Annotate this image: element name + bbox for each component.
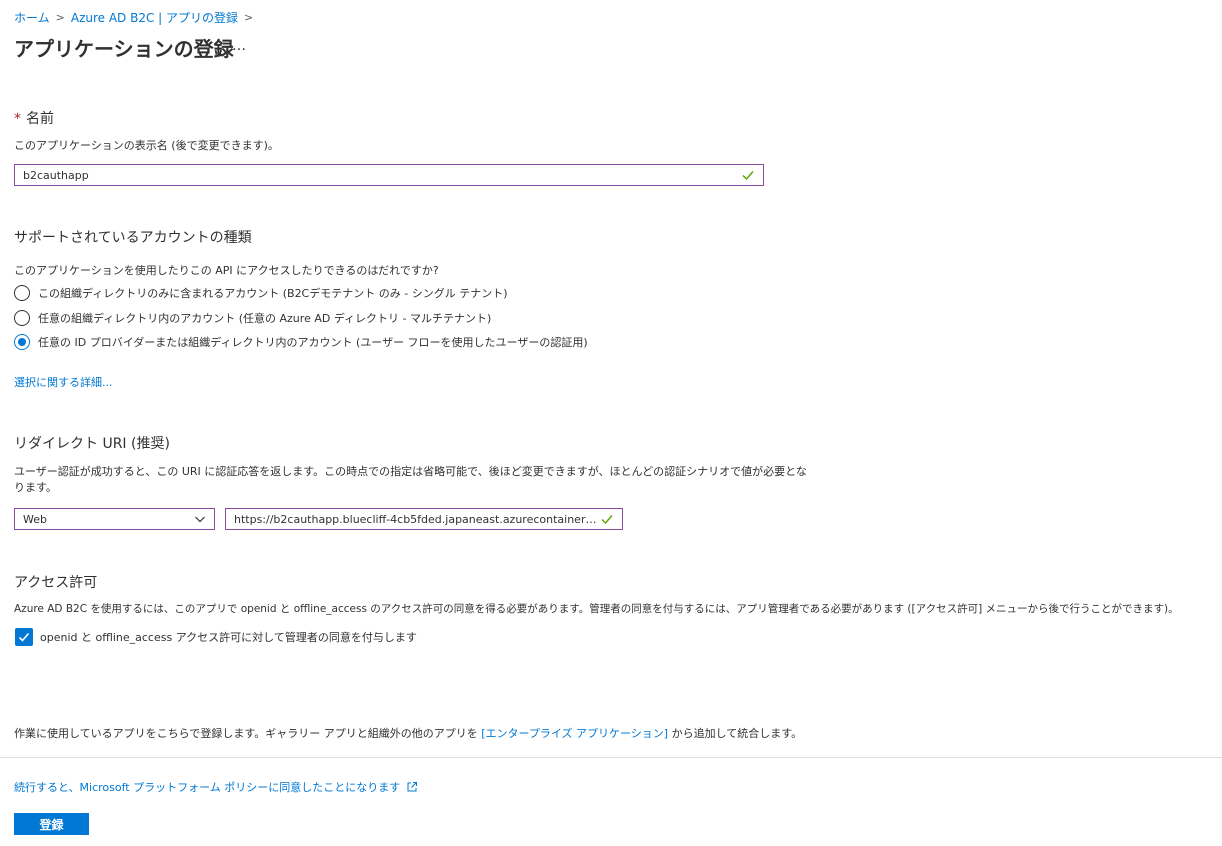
name-description: このアプリケーションの表示名 (後で変更できます)。 <box>14 139 279 152</box>
breadcrumb-home-link[interactable]: ホーム <box>14 9 50 26</box>
breadcrumb-parent-link[interactable]: Azure AD B2C | アプリの登録 <box>71 9 238 26</box>
permissions-heading: アクセス許可 <box>14 575 98 591</box>
permissions-description: Azure AD B2C を使用するには、このアプリで openid と off… <box>14 603 1179 615</box>
admin-consent-option[interactable]: openid と offline_access アクセス許可に対して管理者の同意… <box>15 628 417 646</box>
platform-select[interactable]: Web <box>14 508 215 530</box>
radio-button[interactable] <box>14 310 30 326</box>
account-type-option-multi[interactable]: 任意の組織ディレクトリ内のアカウント (任意の Azure AD ディレクトリ … <box>14 310 491 326</box>
chevron-right-icon: > <box>244 11 254 24</box>
app-name-input[interactable]: b2cauthapp <box>14 164 764 186</box>
account-types-question: このアプリケーションを使用したりこの API にアクセスしたりできるのはだれです… <box>14 264 439 277</box>
radio-button-selected[interactable] <box>14 334 30 350</box>
note-prefix: 作業に使用しているアプリをこちらで登録します。ギャラリー アプリと組織外の他のア… <box>14 727 478 740</box>
name-label-text: 名前 <box>26 111 54 127</box>
redirect-uri-description-line1: ユーザー認証が成功すると、この URI に認証応答を返します。この時点での指定は… <box>14 465 807 478</box>
selection-help-link[interactable]: 選択に関する詳細... <box>14 374 113 390</box>
radio-label: 任意の組織ディレクトリ内のアカウント (任意の Azure AD ディレクトリ … <box>38 312 492 325</box>
footer-divider <box>0 757 1222 758</box>
external-link-icon <box>407 782 418 792</box>
enterprise-apps-link[interactable]: [エンタープライズ アプリケーション] <box>481 727 668 740</box>
breadcrumb: ホーム > Azure AD B2C | アプリの登録 > <box>14 9 259 26</box>
admin-consent-checkbox[interactable] <box>15 628 33 646</box>
redirect-uri-description-line2: ります。 <box>14 481 57 494</box>
page-title: アプリケーションの登録 <box>14 37 234 61</box>
more-options-button[interactable]: … <box>232 38 247 54</box>
enterprise-app-note: 作業に使用しているアプリをこちらで登録します。ギャラリー アプリと組織外の他のア… <box>14 725 802 741</box>
account-type-option-idp[interactable]: 任意の ID プロバイダーまたは組織ディレクトリ内のアカウント (ユーザー フロ… <box>14 334 588 350</box>
valid-check-icon <box>742 171 754 181</box>
radio-label: この組織ディレクトリのみに含まれるアカウント (B2Cデモテナント のみ - シ… <box>38 287 508 300</box>
admin-consent-label: openid と offline_access アクセス許可に対して管理者の同意… <box>40 631 417 644</box>
name-label: * 名前 <box>14 108 54 128</box>
redirect-uri-heading: リダイレクト URI (推奨) <box>14 436 170 452</box>
app-name-value: b2cauthapp <box>23 168 89 182</box>
radio-button[interactable] <box>14 285 30 301</box>
required-indicator: * <box>14 111 21 127</box>
platform-select-value: Web <box>23 512 47 526</box>
policy-link-text: 続行すると、Microsoft プラットフォーム ポリシーに同意したことになりま… <box>14 781 401 794</box>
register-button[interactable]: 登録 <box>14 813 89 835</box>
redirect-uri-input[interactable]: https://b2cauthapp.bluecliff-4cb5fded.ja… <box>225 508 623 530</box>
chevron-right-icon: > <box>55 11 65 24</box>
radio-label: 任意の ID プロバイダーまたは組織ディレクトリ内のアカウント (ユーザー フロ… <box>38 336 588 349</box>
account-types-heading: サポートされているアカウントの種類 <box>14 230 252 246</box>
platform-policy-link[interactable]: 続行すると、Microsoft プラットフォーム ポリシーに同意したことになりま… <box>14 779 418 795</box>
valid-check-icon <box>601 515 613 525</box>
note-suffix: から追加して統合します。 <box>671 727 803 740</box>
checkmark-icon <box>18 632 30 642</box>
account-type-option-single[interactable]: この組織ディレクトリのみに含まれるアカウント (B2Cデモテナント のみ - シ… <box>14 285 508 301</box>
chevron-down-icon <box>195 516 205 523</box>
redirect-uri-value: https://b2cauthapp.bluecliff-4cb5fded.ja… <box>234 512 600 526</box>
